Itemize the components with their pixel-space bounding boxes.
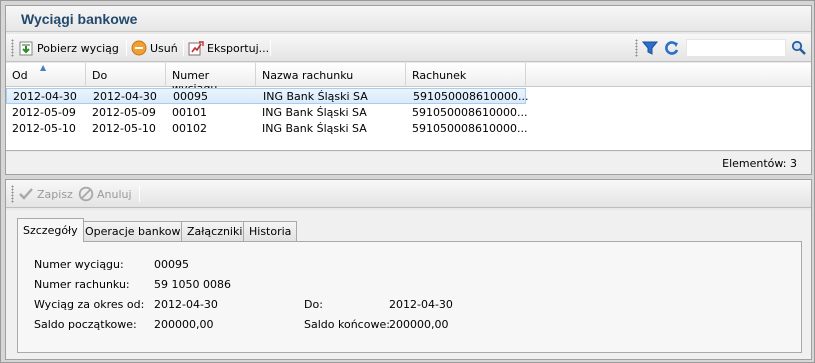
- search-button[interactable]: [791, 38, 807, 58]
- cell-numer: 00095: [173, 90, 208, 103]
- column-header-do[interactable]: Do: [86, 63, 166, 87]
- title-bar: Wyciągi bankowe: [6, 6, 811, 32]
- export-label: Eksportuj...: [207, 41, 270, 55]
- toolbar-separator: [139, 186, 140, 202]
- tab-zalaczniki[interactable]: Załączniki: [181, 221, 249, 241]
- cell-od: 2012-05-10: [12, 122, 76, 135]
- save-button[interactable]: Zapisz: [18, 184, 73, 204]
- toolbar-grip[interactable]: [11, 185, 14, 203]
- period-from-label: Wyciąg za okres od:: [34, 298, 145, 311]
- fetch-statement-button[interactable]: Pobierz wyciąg: [18, 38, 119, 58]
- export-button[interactable]: Eksportuj...: [188, 38, 269, 58]
- edit-toolbar: Zapisz Anuluj: [6, 180, 811, 208]
- cell-do: 2012-05-10: [92, 122, 156, 135]
- table-row[interactable]: 2012-04-30 2012-04-30 00095 ING Bank Ślą…: [6, 88, 529, 104]
- fetch-statement-label: Pobierz wyciąg: [37, 41, 119, 55]
- tab-historia[interactable]: Historia: [243, 221, 298, 241]
- delete-button[interactable]: Usuń: [131, 38, 178, 58]
- column-header-rachunek[interactable]: Rachunek: [406, 63, 526, 87]
- search-input[interactable]: [687, 40, 785, 56]
- cell-do: 2012-04-30: [93, 90, 157, 103]
- toolbar-separator: [126, 40, 127, 56]
- cell-nazwa: ING Bank Śląski SA: [263, 90, 368, 103]
- period-to-value: 2012-04-30: [389, 298, 453, 311]
- cell-rachunek: 591050008610000...: [412, 106, 528, 119]
- cell-numer: 00102: [172, 122, 207, 135]
- cell-numer: 00101: [172, 106, 207, 119]
- period-from-value: 2012-04-30: [154, 298, 218, 311]
- table-header: ▲ Od Do Numer wyciągu Nazwa rachunku Rac…: [6, 63, 811, 95]
- filter-icon: [641, 40, 659, 56]
- statement-number-label: Numer wyciągu:: [34, 258, 124, 271]
- toolbar-separator: [270, 40, 271, 56]
- column-header-nazwa-rachunku[interactable]: Nazwa rachunku: [256, 63, 406, 87]
- cancel-icon: [78, 186, 94, 202]
- column-header-od[interactable]: ▲ Od: [6, 63, 86, 87]
- cell-od: 2012-04-30: [13, 90, 77, 103]
- opening-balance-value: 200000,00: [154, 318, 214, 331]
- checkmark-icon: [18, 186, 34, 202]
- search-icon: [791, 40, 807, 56]
- cell-od: 2012-05-09: [12, 106, 76, 119]
- cell-rachunek: 591050008610000...: [413, 90, 529, 103]
- cell-do: 2012-05-09: [92, 106, 156, 119]
- cancel-label: Anuluj: [97, 187, 132, 201]
- statements-panel: Wyciągi bankowe Pobierz wyciąg Usuń Eksp…: [5, 5, 812, 175]
- statements-table: ▲ Od Do Numer wyciągu Nazwa rachunku Rac…: [6, 63, 811, 151]
- statement-number-value: 00095: [154, 258, 189, 271]
- toolbar-grip[interactable]: [11, 39, 14, 57]
- refresh-icon: [664, 40, 680, 56]
- delete-label: Usuń: [150, 41, 178, 55]
- cell-nazwa: ING Bank Śląski SA: [262, 106, 367, 119]
- cell-rachunek: 591050008610000...: [412, 122, 528, 135]
- period-to-label: Do:: [304, 298, 323, 311]
- tab-operacje-bankowe[interactable]: Operacje bankowe: [79, 221, 194, 241]
- item-count: Elementów: 3: [722, 157, 797, 170]
- details-tab-page: Numer wyciągu: 00095 Numer rachunku: 59 …: [17, 241, 802, 353]
- closing-balance-value: 200000,00: [389, 318, 449, 331]
- save-label: Zapisz: [37, 187, 73, 201]
- main-toolbar: Pobierz wyciąg Usuń Eksportuj...: [6, 34, 811, 62]
- table-row[interactable]: 2012-05-09 2012-05-09 00101 ING Bank Ślą…: [6, 105, 528, 121]
- refresh-button[interactable]: [664, 38, 680, 58]
- cell-nazwa: ING Bank Śląski SA: [262, 122, 367, 135]
- sort-ascending-icon: ▲: [40, 63, 47, 72]
- details-panel: Zapisz Anuluj Szczegóły Operacje bankowe…: [5, 179, 812, 360]
- toolbar-grip[interactable]: [635, 39, 638, 57]
- search-field[interactable]: [686, 39, 786, 57]
- export-icon: [188, 40, 204, 56]
- delete-icon: [131, 40, 147, 56]
- opening-balance-label: Saldo początkowe:: [34, 318, 137, 331]
- status-bar: Elementów: 3: [6, 152, 811, 174]
- account-number-value: 59 1050 0086: [154, 278, 231, 291]
- cancel-button[interactable]: Anuluj: [78, 184, 132, 204]
- closing-balance-label: Saldo końcowe:: [304, 318, 390, 331]
- tab-container: Szczegóły Operacje bankowe Załączniki Hi…: [6, 210, 811, 359]
- column-header-numer-wyciagu[interactable]: Numer wyciągu: [166, 63, 256, 95]
- table-row[interactable]: 2012-05-10 2012-05-10 00102 ING Bank Ślą…: [6, 121, 528, 137]
- window-frame: Wyciągi bankowe Pobierz wyciąg Usuń Eksp…: [0, 0, 815, 363]
- filter-button[interactable]: [641, 38, 659, 58]
- download-icon: [18, 40, 34, 56]
- tab-szczegoly[interactable]: Szczegóły: [17, 218, 84, 242]
- page-title: Wyciągi bankowe: [21, 11, 138, 27]
- account-number-label: Numer rachunku:: [34, 278, 130, 291]
- toolbar-separator: [183, 40, 184, 56]
